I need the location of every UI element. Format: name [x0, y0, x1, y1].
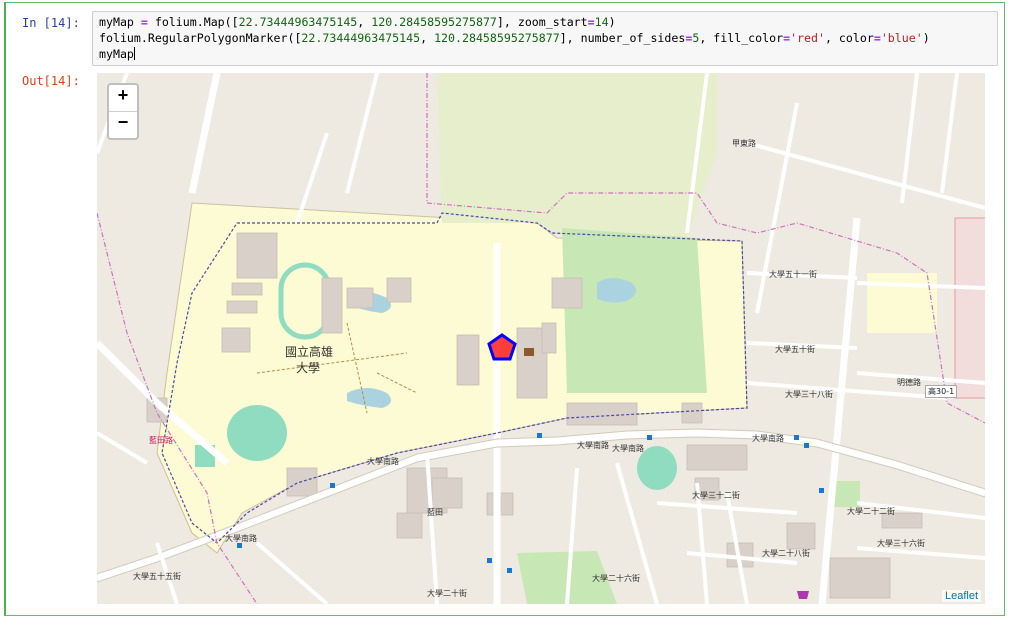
- dt-36-label: 大學三十六街: [877, 539, 925, 548]
- jiadong-road-label: 甲東路: [732, 139, 756, 148]
- dt-south-label-4: 大學南路: [367, 457, 399, 466]
- dt-south-label-2: 大學南路: [612, 444, 644, 453]
- map-tiles[interactable]: [97, 73, 985, 604]
- campus-green: [562, 228, 707, 393]
- shop-icon: [797, 591, 809, 599]
- zoom-in-button[interactable]: +: [109, 85, 137, 112]
- lantian-label: 藍田: [427, 508, 443, 517]
- dt-32-label: 大學三十二街: [692, 491, 740, 500]
- dt-51-label: 大學五十一街: [769, 270, 817, 279]
- code-line-3: myMap: [99, 47, 135, 61]
- output-prompt: Out[14]:: [22, 74, 80, 88]
- campus-name-label-1: 國立高雄: [285, 345, 334, 359]
- dt-20-label: 大學二十街: [427, 589, 467, 598]
- leaflet-attribution[interactable]: Leaflet: [941, 590, 981, 602]
- dt-south-label-1: 大學南路: [577, 441, 609, 450]
- pond-green: [227, 405, 287, 461]
- input-prompt: In [14]:: [22, 16, 80, 30]
- zoom-out-button[interactable]: −: [109, 112, 137, 138]
- park-north: [437, 73, 717, 238]
- dt-38-label: 大學三十八街: [785, 390, 833, 399]
- code-line-1: myMap = folium.Map([22.73444963475145, 1…: [99, 15, 616, 29]
- dt-5-label: 大學五十五街: [133, 572, 181, 581]
- military-area: [954, 217, 985, 399]
- zong-jiu-label: 藍田路: [149, 436, 173, 445]
- code-line-2: folium.RegularPolygonMarker([22.73444963…: [99, 31, 930, 45]
- dt-south-label-5: 大學南路: [225, 534, 257, 543]
- code-editor[interactable]: myMap = folium.Map([22.73444963475145, 1…: [92, 11, 998, 66]
- dt-26-label: 大學二十六街: [592, 574, 640, 583]
- text-cursor: [133, 47, 135, 60]
- campus-name-label-2: 大學: [296, 361, 321, 375]
- dt-28-label: 大學二十八街: [762, 549, 810, 558]
- route-shield: 高30-1: [925, 385, 958, 398]
- dt-south-label-3: 大學南路: [752, 434, 784, 443]
- mingde-road-label: 明德路: [897, 378, 921, 387]
- library-icon: [524, 348, 534, 356]
- zoom-control: + −: [107, 83, 139, 140]
- dt-22-label: 大學二十二街: [847, 507, 895, 516]
- dt-50-label: 大學五十街: [775, 345, 815, 354]
- map-view[interactable]: 國立高雄 大學 甲東路 大學五十一街 大學五十街 大學三十八街 明德路 高30-…: [97, 73, 985, 604]
